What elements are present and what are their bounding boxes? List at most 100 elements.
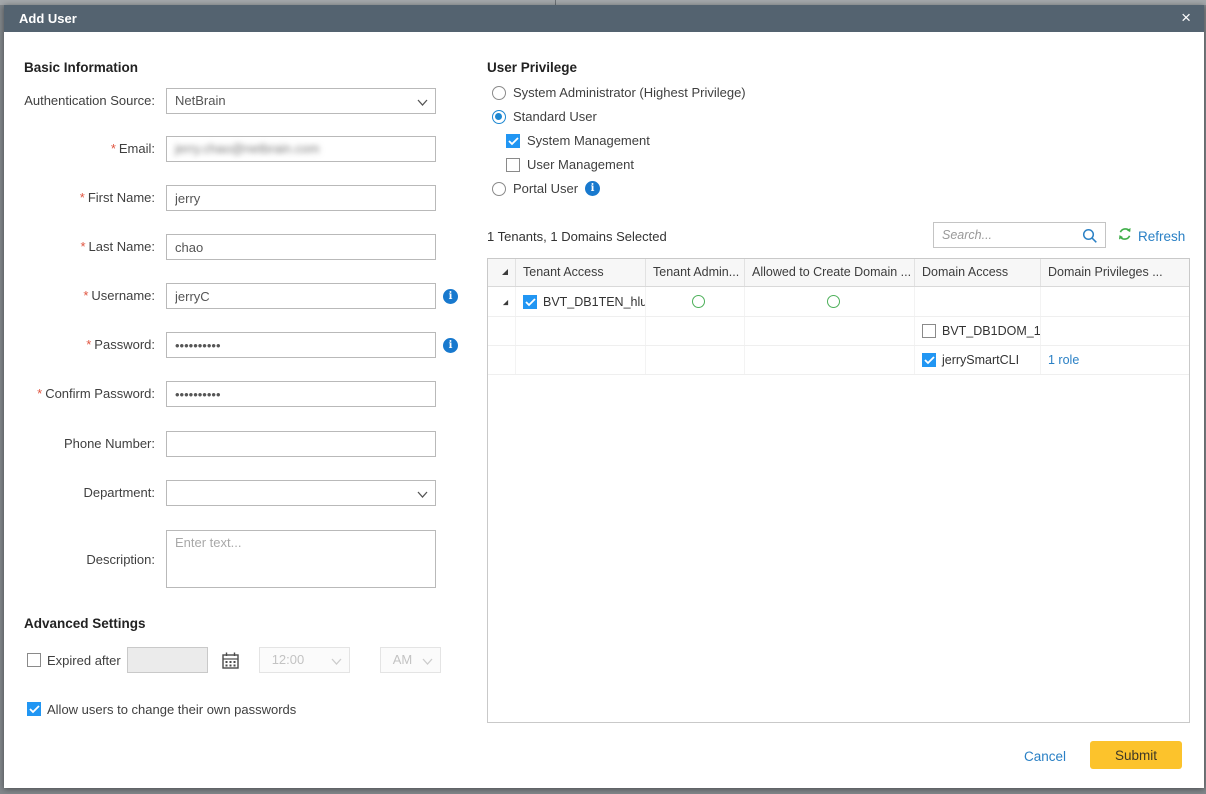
password-label: *Password: (24, 332, 166, 352)
search-icon[interactable] (1082, 228, 1098, 249)
allowed-create-circle-icon[interactable] (827, 295, 840, 308)
tenant-admin-circle-icon[interactable] (692, 295, 705, 308)
username-field[interactable] (166, 283, 436, 309)
allowed-create-domain-cell (745, 287, 915, 316)
domain-checkbox[interactable] (922, 324, 936, 338)
user-privilege-heading: User Privilege (487, 60, 577, 75)
auth-source-select[interactable]: NetBrain (166, 88, 436, 114)
domain-access-cell: BVT_DB1DOM_1m (915, 317, 1041, 345)
chevron-down-icon (417, 490, 426, 499)
email-label: *Email: (24, 136, 166, 156)
tenant-domain-grid: Tenant Access Tenant Admin... Allowed to… (487, 258, 1190, 723)
info-icon[interactable]: i (585, 181, 600, 196)
col-header-allowed-create-domain[interactable]: Allowed to Create Domain ... (745, 259, 915, 286)
allow-change-password-label: Allow users to change their own password… (47, 702, 296, 717)
info-icon[interactable]: i (443, 338, 458, 353)
close-icon[interactable]: × (1181, 5, 1191, 32)
domain-name: BVT_DB1DOM_1m (942, 324, 1041, 338)
domain-access-cell: jerrySmartCLI (915, 346, 1041, 374)
expired-after-label: Expired after (47, 653, 121, 668)
domain-access-cell (915, 287, 1041, 316)
collapse-all-icon[interactable] (488, 259, 516, 286)
info-icon[interactable]: i (443, 289, 458, 304)
standard-user-label: Standard User (513, 109, 597, 124)
refresh-button[interactable]: Refresh (1117, 226, 1185, 247)
domain-row: BVT_DB1DOM_1m (488, 317, 1189, 346)
expired-time-value: 12:00 (272, 652, 305, 667)
expired-meridiem-value: AM (393, 652, 413, 667)
chevron-down-icon (417, 98, 426, 107)
system-administrator-label: System Administrator (Highest Privilege) (513, 85, 746, 100)
collapse-row-icon[interactable] (488, 287, 516, 316)
auth-source-label: Authentication Source: (24, 88, 166, 108)
grid-header-row: Tenant Access Tenant Admin... Allowed to… (488, 259, 1189, 287)
search-input[interactable] (934, 223, 1074, 247)
department-select[interactable] (166, 480, 436, 506)
tenant-search-box (933, 222, 1106, 248)
tenant-row: BVT_DB1TEN_hlu! (488, 287, 1189, 317)
domain-checkbox[interactable] (922, 353, 936, 367)
add-user-dialog: Add User × Basic Information Authenticat… (4, 5, 1204, 788)
expired-time-select: 12:00 (259, 647, 350, 673)
tenant-admin-cell (646, 287, 745, 316)
first-name-label: *First Name: (24, 185, 166, 205)
system-management-checkbox[interactable] (506, 134, 520, 148)
submit-button[interactable]: Submit (1090, 741, 1182, 769)
col-header-domain-privileges[interactable]: Domain Privileges ... (1041, 259, 1188, 286)
advanced-settings-heading: Advanced Settings (24, 616, 146, 631)
system-management-label: System Management (527, 133, 650, 148)
domain-row: jerrySmartCLI 1 role (488, 346, 1189, 375)
col-header-domain-access[interactable]: Domain Access (915, 259, 1041, 286)
auth-source-value: NetBrain (175, 93, 226, 108)
last-name-label: *Last Name: (24, 234, 166, 254)
spacer-cell (516, 346, 646, 374)
tenants-domains-summary: 1 Tenants, 1 Domains Selected (487, 229, 667, 244)
refresh-label: Refresh (1138, 229, 1185, 244)
portal-user-radio[interactable] (492, 182, 506, 196)
tenant-name: BVT_DB1TEN_hlu! (543, 295, 646, 309)
spacer-cell (646, 346, 745, 374)
user-management-label: User Management (527, 157, 634, 172)
expired-meridiem-select: AM (380, 647, 441, 673)
email-field[interactable]: jerry.chao@netbrain.com (166, 136, 436, 162)
cancel-button[interactable]: Cancel (1024, 749, 1066, 764)
expired-date-field[interactable] (127, 647, 208, 673)
tenant-access-cell: BVT_DB1TEN_hlu! (516, 287, 646, 316)
role-count-link[interactable]: 1 role (1048, 353, 1079, 367)
dialog-titlebar: Add User × (4, 5, 1204, 32)
domain-privileges-cell (1041, 317, 1188, 345)
system-administrator-radio[interactable] (492, 86, 506, 100)
allow-change-password-checkbox[interactable] (27, 702, 41, 716)
confirm-password-field[interactable] (166, 381, 436, 407)
chevron-down-icon (422, 657, 431, 666)
col-header-tenant-access[interactable]: Tenant Access (516, 259, 646, 286)
spacer-cell (488, 346, 516, 374)
expired-after-checkbox[interactable] (27, 653, 41, 667)
username-label: *Username: (24, 283, 166, 303)
spacer-cell (646, 317, 745, 345)
password-field[interactable] (166, 332, 436, 358)
chevron-down-icon (331, 657, 340, 666)
email-value-blurred: jerry.chao@netbrain.com (175, 141, 319, 156)
department-label: Department: (24, 480, 166, 500)
col-header-tenant-admin[interactable]: Tenant Admin... (646, 259, 745, 286)
standard-user-radio[interactable] (492, 110, 506, 124)
dialog-title: Add User (19, 11, 77, 26)
first-name-field[interactable] (166, 185, 436, 211)
tenant-checkbox[interactable] (523, 295, 537, 309)
domain-name: jerrySmartCLI (942, 353, 1019, 367)
spacer-cell (516, 317, 646, 345)
refresh-icon (1117, 226, 1133, 247)
calendar-icon[interactable] (221, 651, 240, 670)
user-management-checkbox[interactable] (506, 158, 520, 172)
basic-information-heading: Basic Information (24, 60, 138, 75)
spacer-cell (745, 317, 915, 345)
last-name-field[interactable] (166, 234, 436, 260)
phone-number-field[interactable] (166, 431, 436, 457)
description-label: Description: (24, 530, 166, 567)
domain-privileges-cell (1041, 287, 1188, 316)
portal-user-label: Portal User (513, 181, 578, 196)
confirm-password-label: *Confirm Password: (24, 381, 166, 401)
description-field[interactable] (166, 530, 436, 588)
domain-privileges-cell: 1 role (1041, 346, 1188, 374)
